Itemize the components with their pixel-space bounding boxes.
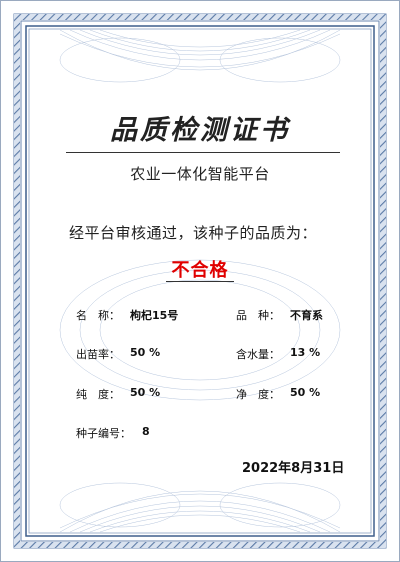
field-clarity: 净 度： 50 % [236, 386, 320, 402]
issuer-name: 农业一体化智能平台 [130, 165, 270, 183]
field-purity-value: 50 % [130, 386, 161, 399]
issue-date: 2022年8月31日 [242, 461, 345, 476]
field-variety-label: 品 种： [236, 309, 280, 322]
title-divider [66, 152, 340, 153]
field-clarity-value: 50 % [290, 386, 321, 399]
field-variety-value: 不育系 [290, 309, 323, 322]
field-name-value: 枸杞15号 [130, 309, 179, 322]
field-variety: 品 种： 不育系 [236, 307, 323, 323]
field-seed-no-label: 种子编号： [76, 427, 131, 440]
field-purity-label: 纯 度： [76, 388, 120, 401]
field-moisture: 含水量： 13 % [236, 346, 320, 362]
certificate: 品质检测证书 农业一体化智能平台 经平台审核通过，该种子的品质为： 不合格 名 … [0, 0, 400, 562]
statement-text: 经平台审核通过，该种子的品质为： [69, 224, 318, 242]
field-germination: 出苗率： 50 % [76, 346, 160, 362]
field-name-label: 名 称： [76, 309, 120, 322]
field-name: 名 称： 枸杞15号 [76, 307, 178, 323]
field-germination-value: 50 % [130, 346, 161, 359]
field-seed-no: 种子编号： 8 [76, 425, 150, 441]
field-purity: 纯 度： 50 % [76, 386, 160, 402]
field-clarity-label: 净 度： [236, 388, 280, 401]
field-moisture-value: 13 % [290, 346, 321, 359]
field-moisture-label: 含水量： [236, 348, 280, 361]
quality-result: 不合格 [171, 260, 229, 281]
result-underline [166, 281, 234, 282]
certificate-title: 品质检测证书 [110, 115, 290, 146]
field-germination-label: 出苗率： [76, 348, 120, 361]
field-seed-no-value: 8 [142, 425, 150, 438]
